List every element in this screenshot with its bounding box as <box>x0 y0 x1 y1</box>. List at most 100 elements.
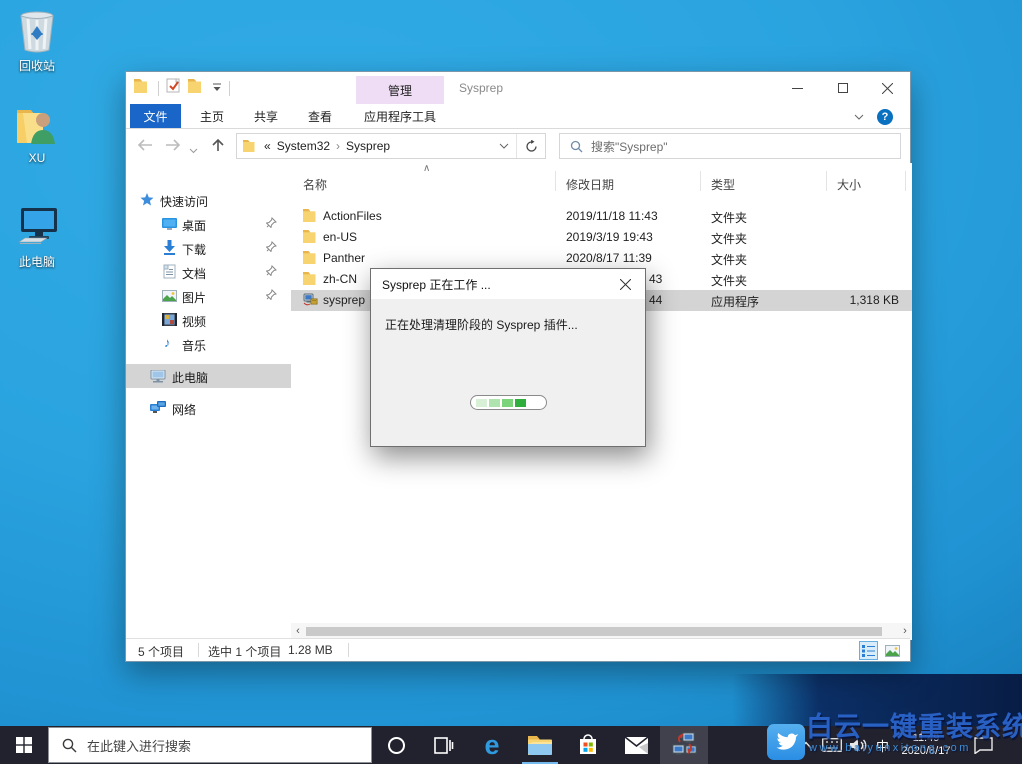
downloads-icon <box>163 240 176 258</box>
ribbon-collapse-icon[interactable] <box>850 109 868 125</box>
column-separator[interactable] <box>555 171 556 191</box>
window-title: Sysprep <box>459 81 504 95</box>
up-icon[interactable] <box>210 137 226 158</box>
pin-icon <box>265 265 277 279</box>
desktop-icon-user-folder[interactable]: XU <box>0 104 74 165</box>
desktop-icon-recycle-bin[interactable]: 回收站 <box>0 8 74 74</box>
details-view-button[interactable] <box>859 641 878 660</box>
scrollbar-thumb[interactable] <box>306 627 882 636</box>
tray-touch-keyboard[interactable] <box>822 726 842 764</box>
folder-icon <box>303 209 318 225</box>
dialog-close-icon[interactable] <box>605 269 645 299</box>
search-icon <box>62 738 77 752</box>
taskbar: 在此键入进行搜索 e 中 11:49 2020/8/17 <box>0 726 1022 764</box>
sidebar-item-music[interactable]: ♪ 音乐 <box>126 332 291 356</box>
sidebar-item-desktop[interactable]: 桌面 <box>126 212 291 236</box>
clock-date: 2020/8/17 <box>901 745 951 757</box>
recent-locations-icon[interactable] <box>189 141 198 159</box>
action-center[interactable] <box>974 726 993 764</box>
close-button[interactable] <box>865 72 910 104</box>
sidebar-item-pictures[interactable]: 图片 <box>126 284 291 308</box>
folder-icon <box>243 140 255 152</box>
column-header-name[interactable]: 名称 <box>303 176 327 193</box>
taskbar-icon-task-view[interactable] <box>420 726 468 764</box>
file-row-en-us[interactable]: en-US 2019/3/19 19:43 文件夹 <box>291 227 912 248</box>
column-separator[interactable] <box>905 171 906 191</box>
volume-icon <box>850 738 867 752</box>
qat-customize-icon[interactable] <box>212 79 222 97</box>
sidebar-label: 快速访问 <box>160 195 209 209</box>
address-dropdown-icon[interactable] <box>492 143 516 149</box>
tab-view[interactable]: 查看 <box>296 104 344 128</box>
user-folder-icon <box>0 104 74 148</box>
desktop-icon-label: 此电脑 <box>18 255 55 269</box>
tray-hidden-icons[interactable] <box>800 726 812 764</box>
taskbar-icon-cortana[interactable] <box>372 726 420 764</box>
status-bar: 5 个项目 选中 1 个项目 1.28 MB <box>126 638 910 661</box>
navigation-pane: 快速访问 桌面 下载 文档 图片 视频 ♪ 音乐 此电脑 网络 <box>126 163 291 623</box>
file-date: 2020/8/17 11:39 <box>566 251 652 265</box>
address-bar[interactable]: « System32 › Sysprep <box>236 133 546 159</box>
sidebar-label: 文档 <box>182 267 207 281</box>
chevron-up-icon <box>800 741 812 749</box>
ribbon-context-tab-manage[interactable]: 管理 <box>356 76 444 104</box>
tray-clock[interactable]: 11:49 2020/8/17 <box>896 732 956 758</box>
column-header-date[interactable]: 修改日期 <box>566 176 614 193</box>
sidebar-item-this-pc[interactable]: 此电脑 <box>126 364 291 388</box>
breadcrumb-chevron[interactable]: « <box>264 139 271 153</box>
ime-label: 中 <box>876 738 890 754</box>
help-icon[interactable]: ? <box>876 109 894 125</box>
taskbar-search-input[interactable]: 在此键入进行搜索 <box>48 727 372 763</box>
properties-icon[interactable] <box>166 78 181 98</box>
taskbar-icon-mail[interactable] <box>612 726 660 764</box>
file-name: ActionFiles <box>323 209 382 223</box>
tray-ime-indicator[interactable]: 中 <box>876 726 889 764</box>
taskbar-icon-sysprep[interactable] <box>660 726 708 764</box>
taskbar-icon-store[interactable] <box>564 726 612 764</box>
file-row-panther[interactable]: Panther 2020/8/17 11:39 文件夹 <box>291 248 912 269</box>
column-separator[interactable] <box>826 171 827 191</box>
touch-keyboard-icon <box>822 738 842 752</box>
start-button[interactable] <box>0 726 48 764</box>
sidebar-item-network[interactable]: 网络 <box>126 396 291 420</box>
file-type: 文件夹 <box>711 211 748 225</box>
breadcrumb-system32[interactable]: System32 <box>277 139 330 153</box>
desktop-icon-this-pc[interactable]: 此电脑 <box>0 204 74 270</box>
tab-share[interactable]: 共享 <box>242 104 290 128</box>
column-separator[interactable] <box>700 171 701 191</box>
file-name: zh-CN <box>323 272 358 286</box>
cortana-icon <box>387 736 405 754</box>
sidebar-item-documents[interactable]: 文档 <box>126 260 291 284</box>
search-box[interactable]: 搜索"Sysprep" <box>559 133 901 159</box>
taskbar-icon-file-explorer[interactable] <box>516 726 564 764</box>
sidebar-item-downloads[interactable]: 下载 <box>126 236 291 260</box>
refresh-icon[interactable] <box>517 139 545 153</box>
tray-volume[interactable] <box>850 726 868 764</box>
sidebar-item-quick-access[interactable]: 快速访问 <box>126 188 291 212</box>
progress-bar <box>470 395 547 410</box>
forward-icon[interactable] <box>164 137 182 158</box>
file-size: 1,318 KB <box>849 293 899 307</box>
new-folder-icon[interactable] <box>188 78 205 98</box>
tab-home[interactable]: 主页 <box>188 104 236 128</box>
maximize-button[interactable] <box>820 72 865 104</box>
back-icon[interactable] <box>136 137 154 158</box>
scroll-left-icon[interactable]: ‹ <box>291 625 305 637</box>
tab-file[interactable]: 文件 <box>130 104 181 128</box>
column-header-type[interactable]: 类型 <box>711 176 735 193</box>
file-row-actionfiles[interactable]: ActionFiles 2019/11/18 11:43 文件夹 <box>291 206 912 227</box>
taskbar-icon-edge[interactable]: e <box>468 726 516 764</box>
sidebar-label: 音乐 <box>182 339 207 353</box>
folder-icon <box>303 272 318 288</box>
thumbnail-view-button[interactable] <box>883 641 902 660</box>
breadcrumb-sysprep[interactable]: Sysprep <box>346 139 390 153</box>
tab-app-tools[interactable]: 应用程序工具 <box>353 104 447 128</box>
network-icon <box>150 401 166 417</box>
scroll-right-icon[interactable]: › <box>898 625 912 637</box>
search-placeholder: 搜索"Sysprep" <box>591 139 668 154</box>
column-header-size[interactable]: 大小 <box>837 176 861 193</box>
sidebar-item-videos[interactable]: 视频 <box>126 308 291 332</box>
progress-block <box>489 398 500 407</box>
file-explorer-icon <box>528 735 552 755</box>
minimize-button[interactable] <box>775 72 820 104</box>
